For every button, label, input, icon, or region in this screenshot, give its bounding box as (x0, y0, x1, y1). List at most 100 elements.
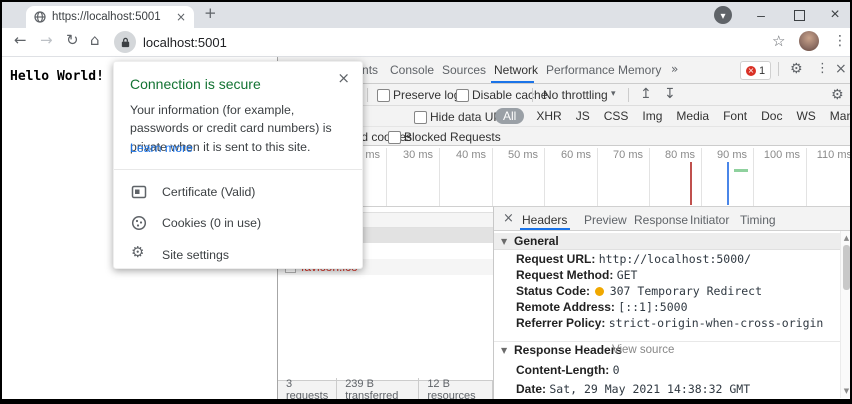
reload-button[interactable]: ↻ (66, 33, 79, 48)
tab-memory[interactable]: Memory (618, 63, 661, 77)
site-settings-label: Site settings (162, 248, 229, 262)
timeline-tick: 110 ms (806, 149, 850, 161)
divider (628, 88, 629, 102)
globe-favicon-icon (34, 11, 46, 23)
tab-sources[interactable]: Sources (442, 63, 486, 77)
timeline-tick: 50 ms (492, 149, 538, 161)
response-headers-section-header[interactable]: ▼ Response Headers View source (494, 341, 841, 358)
header-value: 307 Temporary Redirect (610, 284, 762, 298)
header-row: Status Code: 307 Temporary Redirect (516, 284, 762, 298)
header-row: Date: Sat, 29 May 2021 14:38:32 GMT (516, 382, 750, 396)
certificate-menu-item[interactable]: Certificate (Valid) (114, 178, 362, 206)
devtools-settings-icon[interactable]: ⚙ (790, 62, 803, 76)
more-tabs-icon[interactable]: » (671, 63, 678, 75)
network-overview-timeline[interactable]: 20 ms 30 ms 40 ms 50 ms 60 ms 70 ms 80 m… (278, 146, 850, 207)
export-har-icon[interactable]: ↧ (664, 87, 676, 101)
resource-type-filters: All XHR JS CSS Img Media Font Doc WS Man… (495, 108, 850, 124)
throttling-select[interactable]: No throttling (543, 88, 608, 102)
general-section-header[interactable]: ▼ General (494, 233, 841, 250)
filter-pill-media[interactable]: Media (674, 108, 711, 124)
new-tab-button[interactable]: + (204, 6, 217, 21)
minimize-button[interactable]: – (746, 4, 776, 26)
header-value: GET (617, 268, 638, 282)
header-row: Remote Address: [::1]:5000 (516, 300, 688, 314)
tab-response[interactable]: Response (634, 213, 688, 227)
collapse-triangle-icon: ▼ (501, 237, 507, 246)
network-summary-bar: 3 requests 239 B transferred 12 B resour… (278, 380, 493, 399)
certificate-label: Certificate (Valid) (162, 185, 255, 199)
import-har-icon[interactable]: ↥ (640, 87, 652, 101)
header-value: Sat, 29 May 2021 14:38:32 GMT (549, 382, 750, 396)
media-controls-button[interactable]: ▾ (714, 6, 732, 24)
browser-menu-icon[interactable]: ⋮ (833, 34, 847, 48)
browser-window: https://localhost:5001 × + ▾ – × ← → ↻ ⌂… (0, 0, 852, 404)
header-value: [::1]:5000 (618, 300, 687, 314)
back-button[interactable]: ← (14, 33, 27, 48)
error-count: 1 (759, 65, 765, 77)
header-row: Referrer Policy: strict-origin-when-cros… (516, 316, 823, 330)
gear-icon: ⚙ (131, 245, 144, 260)
tab-close-icon[interactable]: × (176, 11, 186, 23)
hide-data-urls-checkbox[interactable] (414, 111, 427, 124)
blocked-requests-checkbox[interactable] (388, 131, 401, 144)
bookmark-star-icon[interactable]: ☆ (772, 34, 785, 49)
request-details-panel: × Headers Preview Response Initiator Tim… (493, 207, 850, 399)
filter-pill-xhr[interactable]: XHR (534, 108, 563, 124)
view-source-link[interactable]: View source (612, 344, 674, 356)
popup-close-icon[interactable]: × (337, 71, 350, 86)
cookies-menu-item[interactable]: Cookies (0 in use) (114, 209, 362, 237)
forward-button[interactable]: → (40, 33, 53, 48)
maximize-button[interactable] (784, 4, 814, 26)
filter-pill-js[interactable]: JS (574, 108, 592, 124)
active-tab-underline (491, 81, 534, 83)
url-text[interactable]: localhost:5001 (143, 35, 227, 50)
devtools-close-icon[interactable]: × (835, 62, 847, 76)
filter-pill-doc[interactable]: Doc (759, 108, 784, 124)
scrollbar-up-icon[interactable]: ▲ (842, 234, 850, 242)
timeline-tick: 100 ms (754, 149, 800, 161)
window-close-button[interactable]: × (820, 4, 850, 26)
disable-cache-checkbox[interactable] (456, 89, 469, 102)
error-circle-icon: × (746, 66, 756, 76)
filter-pill-ws[interactable]: WS (794, 108, 817, 124)
certificate-icon (131, 184, 147, 200)
home-button[interactable]: ⌂ (90, 33, 100, 48)
preserve-log-checkbox[interactable] (377, 89, 390, 102)
general-section-title: General (514, 234, 559, 248)
scrollbar-down-icon[interactable]: ▼ (842, 387, 850, 395)
header-row: Request URL: http://localhost:5000/ (516, 252, 751, 266)
cookie-icon (131, 215, 147, 231)
filter-pill-manifest[interactable]: Manifest (828, 108, 850, 124)
tab-network[interactable]: Network (494, 63, 538, 77)
filter-pill-img[interactable]: Img (640, 108, 664, 124)
tab-timing[interactable]: Timing (740, 213, 776, 227)
details-scrollbar[interactable]: ▲ ▼ (840, 231, 850, 398)
filter-pill-font[interactable]: Font (721, 108, 749, 124)
tab-initiator[interactable]: Initiator (690, 213, 729, 227)
tab-headers[interactable]: Headers (522, 213, 567, 227)
tab-preview[interactable]: Preview (584, 213, 627, 227)
tab-console[interactable]: Console (390, 63, 434, 77)
timeline-tick: 80 ms (649, 149, 695, 161)
profile-avatar[interactable] (799, 31, 819, 51)
network-settings-icon[interactable]: ⚙ (831, 88, 844, 102)
filter-pill-all[interactable]: All (495, 108, 524, 124)
blocked-options-bar: Has blocked cookies Blocked Requests (278, 127, 850, 146)
domcontentloaded-line (727, 162, 729, 205)
header-row: Content-Length: 0 (516, 363, 620, 377)
overview-request-bar (734, 169, 748, 172)
browser-tab[interactable]: https://localhost:5001 × (26, 6, 194, 28)
details-tab-bar: × Headers Preview Response Initiator Tim… (494, 207, 850, 231)
tab-title: https://localhost:5001 (52, 11, 176, 23)
site-security-button[interactable] (114, 31, 136, 53)
filter-pill-css[interactable]: CSS (602, 108, 631, 124)
scrollbar-thumb[interactable] (843, 245, 850, 290)
load-event-line (690, 162, 692, 205)
devtools-menu-icon[interactable]: ⋮ (816, 62, 829, 75)
site-settings-menu-item[interactable]: ⚙ Site settings (114, 241, 362, 269)
details-close-icon[interactable]: × (503, 212, 514, 225)
tab-performance[interactable]: Performance (546, 63, 615, 77)
timeline-tick: 40 ms (440, 149, 486, 161)
error-badge[interactable]: × 1 (740, 61, 771, 80)
learn-more-link[interactable]: Learn more (130, 141, 193, 155)
